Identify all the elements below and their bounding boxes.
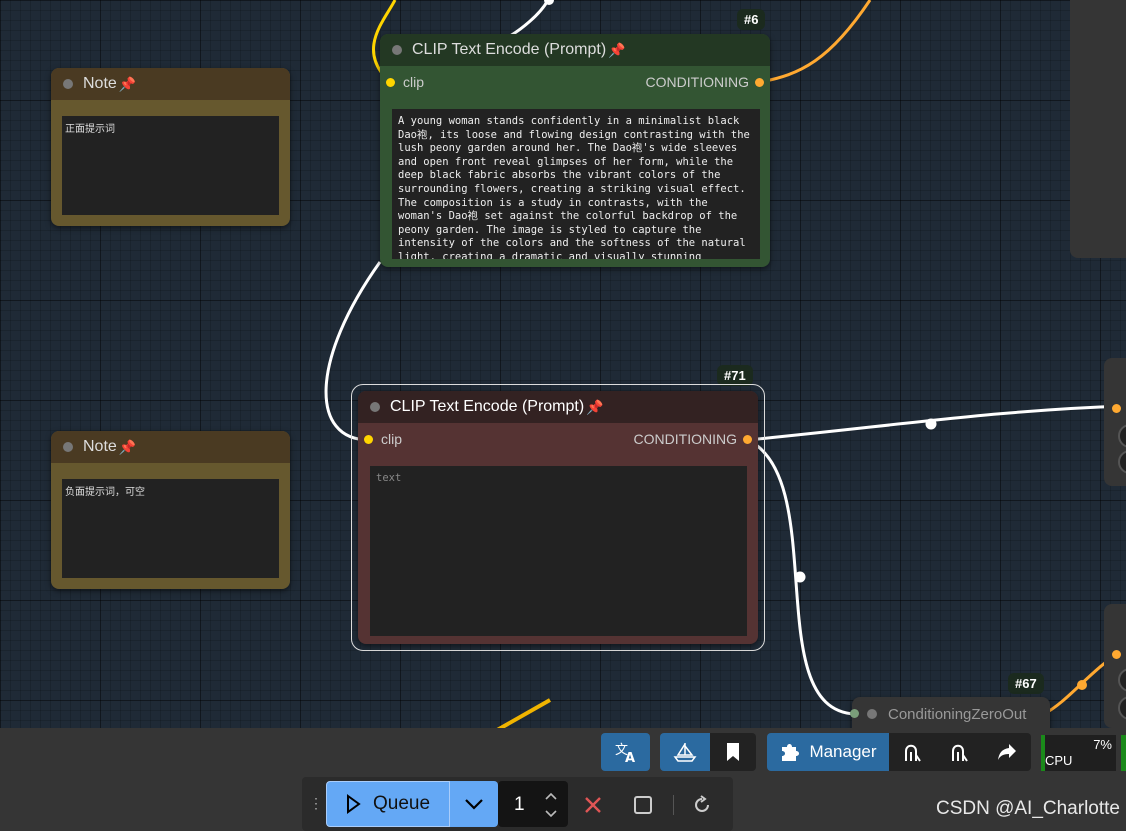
queue-panel: ⋮⋮ Queue 1	[302, 777, 733, 831]
share-arrow-icon	[998, 744, 1016, 760]
partial-node-right-1	[1104, 358, 1126, 486]
chevron-down-icon	[465, 799, 483, 810]
partial-node-right-2	[1104, 604, 1126, 728]
pin-icon: 📌	[118, 438, 137, 455]
collapse-dot[interactable]	[63, 442, 73, 452]
clip-wire-top	[509, 0, 550, 38]
clip-input-dot[interactable]	[386, 77, 395, 87]
refresh-button[interactable]	[687, 791, 717, 819]
divider	[673, 795, 674, 815]
collapse-dot[interactable]	[867, 709, 877, 719]
workflow-button[interactable]	[660, 733, 710, 771]
pin-icon: 📌	[608, 41, 626, 58]
note-node-positive[interactable]: Note 📌 正面提示词	[51, 68, 290, 226]
node-title: Note	[83, 438, 117, 455]
conditioning-output-label: CONDITIONING	[645, 74, 749, 90]
share-button[interactable]	[983, 733, 1031, 771]
node-id-badge: #71	[717, 365, 753, 386]
bookmark-icon	[727, 743, 739, 761]
clip-input-label: clip	[403, 74, 425, 90]
cpu-label: CPU	[1045, 753, 1073, 768]
partial-node-top-right	[1070, 0, 1126, 258]
clip-text-encode-node-71[interactable]: CLIP Text Encode (Prompt) 📌 clip CONDITI…	[358, 391, 758, 644]
model-download-button[interactable]	[937, 733, 983, 771]
cpu-percent: 7%	[1093, 737, 1112, 752]
manager-label: Manager	[809, 742, 877, 761]
node-title: Note	[83, 75, 117, 92]
node-title-bar[interactable]: Note 📌	[51, 68, 290, 100]
manager-button[interactable]: Manager	[767, 733, 889, 771]
refresh-icon	[695, 795, 709, 812]
node-title-bar[interactable]: Note 📌	[51, 431, 290, 463]
svg-text:A: A	[625, 751, 635, 763]
square-icon	[634, 796, 652, 814]
collapse-dot[interactable]	[392, 45, 402, 55]
prompt-textarea[interactable]: A young woman stands confidently in a mi…	[392, 109, 760, 259]
note-textarea[interactable]: 负面提示词，可空	[62, 479, 279, 578]
decrement-icon[interactable]	[544, 809, 558, 819]
node-id-badge: #6	[737, 9, 766, 30]
ribbon-icon	[905, 744, 921, 762]
model-share-button[interactable]	[889, 733, 937, 771]
batch-count-value: 1	[514, 794, 525, 815]
puzzle-icon	[782, 744, 800, 761]
conditioning-input-dot[interactable]	[850, 709, 859, 718]
increment-icon[interactable]	[544, 791, 558, 801]
collapse-dot[interactable]	[63, 79, 73, 89]
queue-label: Queue	[373, 793, 431, 814]
cancel-button[interactable]	[578, 791, 608, 819]
gpu-monitor-edge	[1121, 735, 1126, 771]
pin-icon: 📌	[586, 398, 604, 415]
queue-options-button[interactable]	[450, 781, 498, 827]
watermark: CSDN @AI_Charlotte	[935, 798, 1120, 819]
clip-input-label: clip	[381, 431, 403, 447]
conditioning-output-slot[interactable]: CONDITIONING	[634, 431, 752, 447]
cpu-monitor: 7% CPU	[1041, 735, 1116, 771]
collapse-dot[interactable]	[370, 402, 380, 412]
conditioning-output-dot[interactable]	[743, 434, 752, 444]
node-title: CLIP Text Encode (Prompt)	[390, 398, 585, 415]
clip-text-encode-node-6[interactable]: CLIP Text Encode (Prompt) 📌 clip CONDITI…	[380, 34, 770, 267]
translate-button[interactable]: 文 A	[601, 733, 650, 771]
ribbon-icon	[952, 744, 968, 762]
play-icon	[347, 794, 361, 814]
node-id-badge: #67	[1008, 673, 1044, 694]
node-title-bar[interactable]: CLIP Text Encode (Prompt) 📌	[358, 391, 758, 423]
clip-input-slot[interactable]: clip	[386, 74, 424, 90]
translate-icon: 文 A	[615, 743, 635, 763]
prompt-textarea[interactable]: text	[370, 466, 747, 636]
node-title: CLIP Text Encode (Prompt)	[412, 41, 607, 58]
batch-count-input[interactable]: 1	[498, 781, 568, 827]
conditioning-output-dot[interactable]	[755, 77, 764, 87]
clip-input-dot[interactable]	[364, 434, 373, 444]
conditioning-wire-71-right	[747, 404, 1126, 442]
stop-button[interactable]	[628, 791, 658, 819]
node-title-bar[interactable]: CLIP Text Encode (Prompt) 📌	[380, 34, 770, 66]
pin-icon: 📌	[118, 75, 137, 92]
conditioning-wire-6	[759, 0, 872, 84]
bookmark-button[interactable]	[710, 733, 756, 771]
close-icon	[585, 797, 601, 813]
conditioning-output-label: CONDITIONING	[633, 431, 737, 447]
note-node-negative[interactable]: Note 📌 负面提示词，可空	[51, 431, 290, 589]
clip-input-slot[interactable]: clip	[364, 431, 402, 447]
note-textarea[interactable]: 正面提示词	[62, 116, 279, 215]
prompt-placeholder: text	[376, 472, 402, 484]
node-title: ConditioningZeroOut	[888, 706, 1027, 723]
ship-icon	[673, 743, 697, 762]
conditioning-output-slot[interactable]: CONDITIONING	[646, 74, 764, 90]
queue-button[interactable]: Queue	[326, 781, 450, 827]
